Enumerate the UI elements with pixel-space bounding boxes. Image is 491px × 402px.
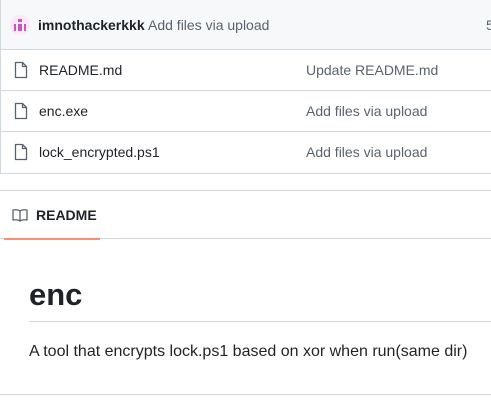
readme-bottom-border xyxy=(0,394,491,395)
identicon-icon xyxy=(10,15,30,35)
file-icon xyxy=(14,102,28,120)
file-row-lock-encrypted[interactable]: lock_encrypted.ps1 Add files via upload xyxy=(1,132,491,173)
repo-file-listing: imnothackerkkk Add files via upload 5 RE… xyxy=(0,0,491,174)
heading-divider xyxy=(29,321,491,322)
readme-heading: enc xyxy=(29,277,83,312)
file-commit-message-link[interactable]: Add files via upload xyxy=(306,103,427,119)
file-name-link[interactable]: lock_encrypted.ps1 xyxy=(39,144,160,160)
file-name-link[interactable]: enc.exe xyxy=(39,103,88,119)
file-commit-message-link[interactable]: Add files via upload xyxy=(306,144,427,160)
file-name-link[interactable]: README.md xyxy=(39,62,122,78)
latest-commit-bar: imnothackerkkk Add files via upload 5 xyxy=(1,0,491,50)
file-commit-message-link[interactable]: Update README.md xyxy=(306,62,438,78)
readme-paragraph: A tool that encrypts lock.ps1 based on x… xyxy=(29,343,468,360)
commit-meta-truncated: 5 xyxy=(486,17,491,33)
tab-readme-label: README xyxy=(36,207,97,223)
active-tab-indicator xyxy=(4,238,100,240)
commit-author-link[interactable]: imnothackerkkk xyxy=(38,17,145,33)
book-icon xyxy=(12,209,28,222)
avatar[interactable] xyxy=(10,15,30,35)
file-icon xyxy=(14,143,28,161)
commit-message-link[interactable]: Add files via upload xyxy=(148,17,269,33)
readme-tab-bar: README xyxy=(0,190,491,240)
tab-readme[interactable]: README xyxy=(4,191,100,240)
file-row-enc-exe[interactable]: enc.exe Add files via upload xyxy=(1,91,491,132)
file-row-readme[interactable]: README.md Update README.md xyxy=(1,50,491,91)
file-icon xyxy=(14,61,28,79)
